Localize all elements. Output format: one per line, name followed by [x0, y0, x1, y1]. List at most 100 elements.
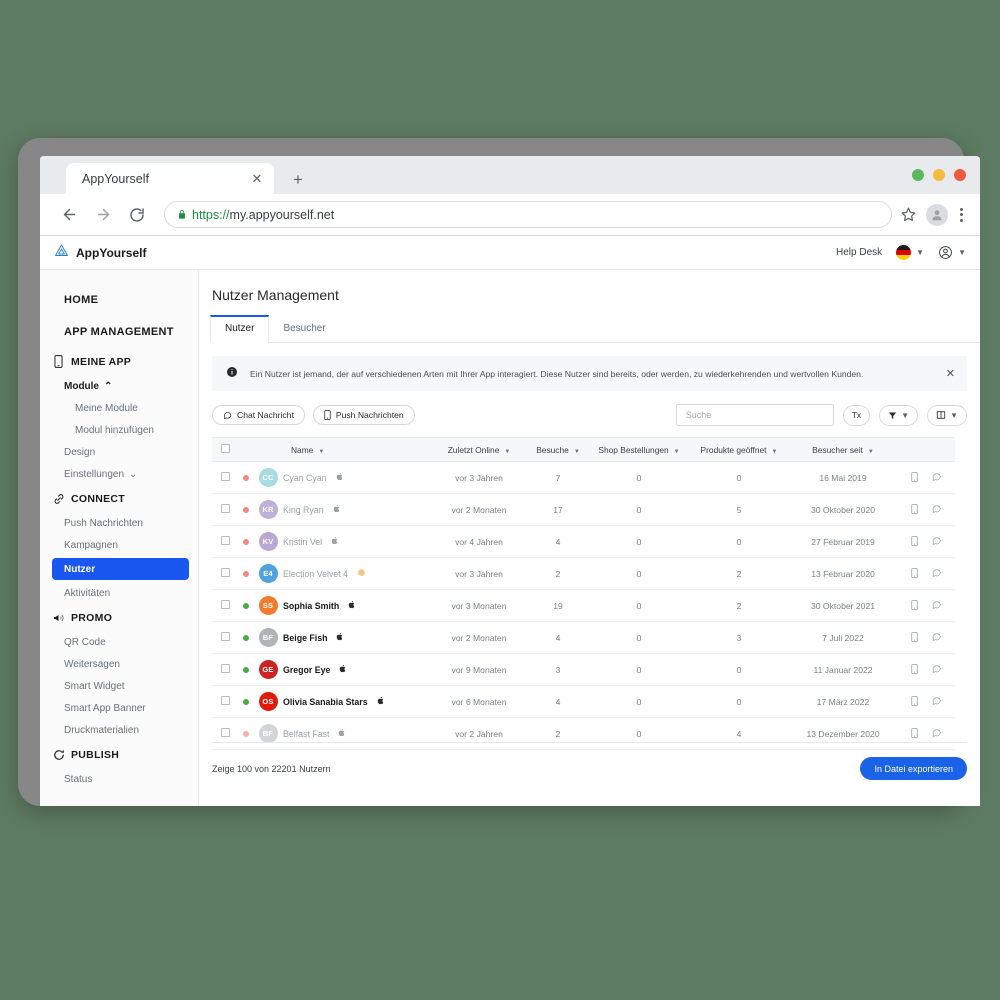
row-select-cell[interactable] — [212, 653, 238, 686]
row-select-cell[interactable] — [212, 461, 238, 494]
close-icon[interactable]: ✕ — [246, 168, 268, 190]
chat-bubble-icon[interactable] — [931, 568, 942, 580]
sidebar-item-smart-app-banner[interactable]: Smart App Banner — [40, 697, 198, 719]
table-row[interactable]: KR King Ryan vor 2 Monaten 17 0 5 30 Oktober 2… — [212, 493, 955, 526]
row-actions-cell[interactable] — [897, 653, 955, 686]
row-name-cell[interactable]: Election Velvet 4 — [283, 557, 431, 590]
user-avatar-icon[interactable] — [926, 203, 948, 226]
filter-button[interactable]: ▼ — [879, 404, 919, 426]
row-select-cell[interactable] — [212, 557, 238, 590]
select-all-header[interactable] — [212, 437, 238, 462]
row-name-cell[interactable]: Cyan Cyan — [283, 461, 431, 494]
chat-bubble-icon[interactable] — [931, 728, 942, 740]
push-message-button[interactable]: Push Nachrichten — [312, 405, 415, 425]
row-name-cell[interactable]: Kristin Vel — [283, 525, 431, 558]
row-checkbox[interactable] — [220, 472, 230, 481]
table-row[interactable]: BF Beige Fish vor 2 Monaten 4 0 3 7 Juli 2022 — [212, 621, 955, 654]
row-name-cell[interactable]: Olivia Sanabia Stars — [283, 685, 431, 718]
table-row[interactable]: OS Olivia Sanabia Stars vor 6 Monaten 4 0 0 17… — [212, 685, 955, 718]
sidebar-item-meine-module[interactable]: Meine Module — [40, 397, 198, 419]
chat-message-button[interactable]: Chat Nachricht — [212, 405, 305, 425]
row-checkbox[interactable] — [220, 536, 230, 545]
row-actions-cell[interactable] — [897, 493, 955, 526]
columns-button[interactable]: ▼ — [927, 404, 967, 426]
chat-bubble-icon[interactable] — [931, 696, 942, 708]
sidebar-item-einstellungen[interactable]: Einstellungen ⌄ — [40, 463, 198, 485]
mobile-phone-icon[interactable] — [910, 599, 918, 612]
help-desk-link[interactable]: Help Desk — [836, 247, 882, 258]
chat-bubble-icon[interactable] — [931, 504, 942, 516]
browser-tab[interactable]: AppYourself ✕ — [66, 163, 274, 194]
arrow-left-icon[interactable] — [56, 202, 82, 228]
table-row[interactable]: SS Sophia Smith vor 3 Monaten 19 0 2 30 Oktobe… — [212, 589, 955, 622]
row-checkbox[interactable] — [220, 664, 230, 673]
sidebar-item-weitersagen[interactable]: Weitersagen — [40, 653, 198, 675]
sidebar-section-connect[interactable]: CONNECT — [40, 485, 198, 512]
table-row[interactable]: E4 Election Velvet 4 vor 3 Jahren 2 0 2 13 Feb… — [212, 557, 955, 590]
app-logo-group[interactable]: AppYourself — [54, 243, 146, 263]
window-minimize-button[interactable] — [912, 169, 924, 181]
row-actions-cell[interactable] — [897, 461, 955, 494]
mobile-phone-icon[interactable] — [910, 631, 918, 644]
sidebar-item-push-nachrichten[interactable]: Push Nachrichten — [40, 512, 198, 534]
column-header-visits[interactable]: Besuche ▼ — [527, 437, 589, 462]
sidebar-item-smart-widget[interactable]: Smart Widget — [40, 675, 198, 697]
sidebar-item-app-management[interactable]: APP MANAGEMENT — [40, 316, 198, 348]
sidebar-item-home[interactable]: HOME — [40, 284, 198, 316]
row-checkbox[interactable] — [220, 504, 230, 513]
three-dots-icon[interactable] — [952, 207, 970, 222]
row-checkbox[interactable] — [220, 728, 230, 737]
mobile-phone-icon[interactable] — [910, 535, 918, 548]
table-row[interactable]: GE Gregor Eye vor 9 Monaten 3 0 0 11 Januar 20… — [212, 653, 955, 686]
row-name-cell[interactable]: King Ryan — [283, 493, 431, 526]
row-checkbox[interactable] — [220, 696, 230, 705]
star-icon[interactable] — [898, 205, 918, 225]
tab-besucher[interactable]: Besucher — [269, 315, 339, 342]
reload-icon[interactable] — [124, 202, 150, 228]
close-icon[interactable]: ✕ — [946, 367, 955, 380]
column-header-last-online[interactable]: Zuletzt Online ▼ — [431, 437, 527, 462]
column-header-shop-orders[interactable]: Shop Bestellungen ▼ — [589, 437, 689, 462]
sidebar-section-publish[interactable]: PUBLISH — [40, 741, 198, 768]
row-select-cell[interactable] — [212, 621, 238, 654]
row-actions-cell[interactable] — [897, 557, 955, 590]
mobile-phone-icon[interactable] — [910, 567, 918, 580]
row-select-cell[interactable] — [212, 525, 238, 558]
sidebar-item-nutzer[interactable]: Nutzer — [52, 558, 189, 580]
chat-bubble-icon[interactable] — [931, 632, 942, 644]
mobile-phone-icon[interactable] — [910, 663, 918, 676]
row-checkbox[interactable] — [220, 600, 230, 609]
row-checkbox[interactable] — [220, 632, 230, 641]
window-maximize-button[interactable] — [933, 169, 945, 181]
sidebar-section-promo[interactable]: PROMO — [40, 604, 198, 631]
url-input[interactable]: https://my.appyourself.net — [164, 201, 892, 228]
column-header-visitor-since[interactable]: Besucher seit ▼ — [789, 437, 897, 462]
row-select-cell[interactable] — [212, 493, 238, 526]
row-name-cell[interactable]: Beige Fish — [283, 621, 431, 654]
chat-bubble-icon[interactable] — [931, 664, 942, 676]
search-input[interactable] — [675, 404, 834, 426]
language-selector[interactable]: ▼ — [896, 245, 924, 260]
chat-bubble-icon[interactable] — [931, 472, 942, 484]
table-row[interactable]: KV Kristin Vel vor 4 Jahren 4 0 0 27 Februar 2… — [212, 525, 955, 558]
row-checkbox[interactable] — [220, 568, 230, 577]
column-header-products-opened[interactable]: Produkte geöffnet ▼ — [689, 437, 789, 462]
column-header-name[interactable]: Name ▼ — [283, 437, 431, 462]
row-select-cell[interactable] — [212, 589, 238, 622]
mobile-phone-icon[interactable] — [910, 727, 918, 740]
chat-bubble-icon[interactable] — [931, 536, 942, 548]
sidebar-item-design[interactable]: Design — [40, 441, 198, 463]
row-actions-cell[interactable] — [897, 525, 955, 558]
row-name-cell[interactable]: Gregor Eye — [283, 653, 431, 686]
export-button[interactable]: In Datei exportieren — [860, 757, 967, 780]
sidebar-item-qr-code[interactable]: QR Code — [40, 631, 198, 653]
sidebar-item-druckmaterialien[interactable]: Druckmaterialien — [40, 719, 198, 741]
row-name-cell[interactable]: Sophia Smith — [283, 589, 431, 622]
chat-bubble-icon[interactable] — [931, 600, 942, 612]
sidebar-item-aktivitaeten[interactable]: Aktivitäten — [40, 582, 198, 604]
row-select-cell[interactable] — [212, 685, 238, 718]
sidebar-item-kampagnen[interactable]: Kampagnen — [40, 534, 198, 556]
text-format-button[interactable]: Tx — [842, 404, 871, 426]
mobile-phone-icon[interactable] — [910, 471, 918, 484]
arrow-right-icon[interactable] — [90, 202, 116, 228]
